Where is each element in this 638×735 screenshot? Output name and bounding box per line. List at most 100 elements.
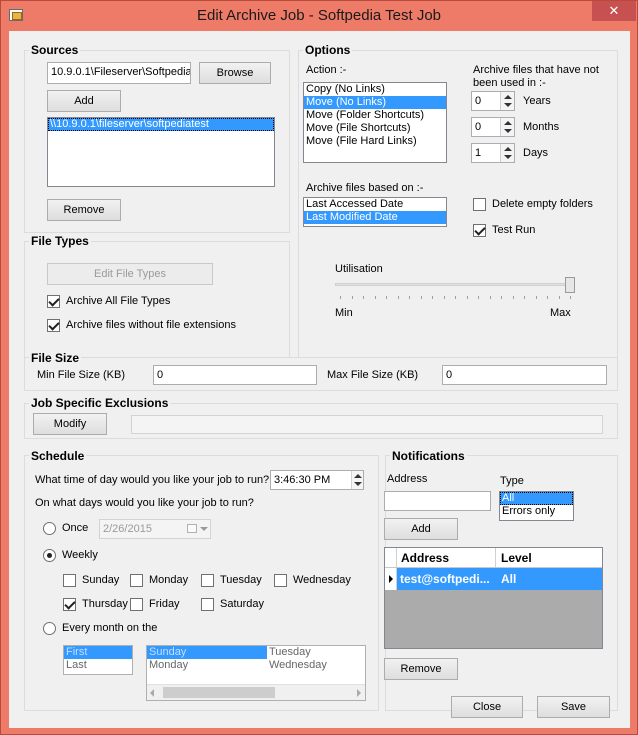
calendar-icon[interactable] — [187, 524, 197, 533]
current-row-icon — [389, 575, 393, 583]
month-day-item[interactable]: Monday — [147, 659, 267, 672]
spin-down-icon[interactable] — [504, 129, 512, 133]
action-item[interactable]: Move (Folder Shortcuts) — [304, 109, 446, 122]
once-radio[interactable] — [43, 522, 56, 535]
monthly-radio[interactable] — [43, 622, 56, 635]
browse-button[interactable]: Browse — [199, 62, 271, 84]
ordinal-item[interactable]: Last — [64, 659, 132, 672]
scroll-right-icon[interactable] — [357, 689, 361, 697]
archive-all-checkbox[interactable] — [47, 295, 60, 308]
delete-empty-checkbox[interactable] — [473, 198, 486, 211]
spin-up-icon[interactable] — [354, 474, 362, 478]
add-source-button[interactable]: Add — [47, 90, 121, 112]
remove-source-button[interactable]: Remove — [47, 199, 121, 221]
spin-down-icon[interactable] — [354, 482, 362, 486]
day-label: Friday — [149, 598, 180, 610]
month-days-list[interactable]: Sunday Monday Tuesday Wednesday — [146, 645, 366, 701]
months-value: 0 — [475, 121, 482, 133]
notifications-grid[interactable]: Address Level test@softpedi... All — [384, 547, 603, 649]
spin-up-icon[interactable] — [504, 95, 512, 99]
chevron-down-icon[interactable] — [200, 527, 208, 531]
edit-file-types-button[interactable]: Edit File Types — [47, 263, 213, 285]
slider-tick — [409, 296, 410, 299]
day-checkbox-friday[interactable] — [130, 598, 143, 611]
months-spin-arrows[interactable] — [500, 118, 514, 136]
remove-notification-button[interactable]: Remove — [384, 658, 458, 680]
day-checkbox-wednesday[interactable] — [274, 574, 287, 587]
dialog-window: Edit Archive Job - Softpedia Test Job ✕ … — [0, 0, 638, 735]
days-spinner[interactable]: 1 — [471, 143, 515, 163]
slider-tick — [467, 296, 468, 299]
dialog-client: Sources 10.9.0.1\Fileserver\Softpedia Br… — [9, 31, 630, 728]
source-item[interactable]: \\10.9.0.1\fileserver\softpediatest — [48, 118, 274, 131]
month-day-item[interactable]: Sunday — [147, 646, 267, 659]
add-notification-button[interactable]: Add — [384, 518, 458, 540]
without-extensions-label: Archive files without file extensions — [66, 319, 236, 331]
table-row[interactable]: test@softpedi... All — [385, 568, 602, 590]
save-button[interactable]: Save — [537, 696, 610, 718]
months-spinner[interactable]: 0 — [471, 117, 515, 137]
ordinal-item[interactable]: First — [64, 646, 132, 659]
spin-down-icon[interactable] — [504, 103, 512, 107]
weekly-radio[interactable] — [43, 549, 56, 562]
col-header-level[interactable]: Level — [501, 551, 532, 565]
month-day-item[interactable]: Tuesday — [267, 646, 365, 659]
day-checkbox-sunday[interactable] — [63, 574, 76, 587]
col-divider — [495, 548, 496, 567]
min-file-size-input[interactable]: 0 — [153, 365, 317, 385]
spin-down-icon[interactable] — [504, 155, 512, 159]
day-checkbox-thursday[interactable] — [63, 598, 76, 611]
title-bar[interactable]: Edit Archive Job - Softpedia Test Job ✕ — [1, 1, 637, 31]
day-checkbox-monday[interactable] — [130, 574, 143, 587]
file-types-title: File Types — [29, 234, 91, 248]
month-days-scrollbar[interactable] — [147, 684, 365, 700]
min-file-size-label: Min File Size (KB) — [37, 369, 126, 381]
time-question: What time of day would you like your job… — [35, 474, 270, 486]
years-spin-arrows[interactable] — [500, 92, 514, 110]
close-button[interactable]: Close — [451, 696, 523, 718]
source-path-input[interactable]: 10.9.0.1\Fileserver\Softpedia — [47, 62, 191, 84]
month-days-col-1: Sunday Monday — [147, 646, 267, 672]
time-picker[interactable]: 3:46:30 PM — [270, 470, 364, 490]
month-day-item[interactable]: Wednesday — [267, 659, 365, 672]
days-spin-arrows[interactable] — [500, 144, 514, 162]
day-checkbox-saturday[interactable] — [201, 598, 214, 611]
spin-up-icon[interactable] — [504, 121, 512, 125]
utilisation-slider[interactable] — [335, 277, 575, 293]
test-run-checkbox[interactable] — [473, 224, 486, 237]
schedule-title: Schedule — [29, 449, 87, 463]
action-item[interactable]: Move (File Shortcuts) — [304, 122, 446, 135]
delete-empty-label: Delete empty folders — [492, 198, 593, 210]
action-item[interactable]: Copy (No Links) — [304, 83, 446, 96]
based-on-item[interactable]: Last Modified Date — [304, 211, 446, 224]
spin-up-icon[interactable] — [504, 147, 512, 151]
based-on-list[interactable]: Last Accessed Date Last Modified Date — [303, 197, 447, 227]
col-header-address[interactable]: Address — [401, 551, 449, 565]
scroll-thumb[interactable] — [163, 687, 275, 698]
ordinal-list[interactable]: First Last — [63, 645, 133, 675]
scroll-left-icon[interactable] — [150, 689, 154, 697]
day-label: Tuesday — [220, 574, 262, 586]
slider-tick — [386, 296, 387, 299]
time-spin-arrows[interactable] — [351, 471, 363, 489]
sources-list[interactable]: \\10.9.0.1\fileserver\softpediatest — [47, 117, 275, 187]
notify-address-input[interactable] — [384, 491, 491, 511]
max-file-size-input[interactable]: 0 — [442, 365, 607, 385]
based-on-item[interactable]: Last Accessed Date — [304, 198, 446, 211]
notify-type-item[interactable]: Errors only — [500, 505, 573, 518]
day-label: Monday — [149, 574, 189, 586]
slider-tick — [455, 296, 456, 299]
notify-address-label: Address — [387, 473, 428, 485]
day-checkbox-tuesday[interactable] — [201, 574, 214, 587]
action-list[interactable]: Copy (No Links) Move (No Links) Move (Fo… — [303, 82, 447, 163]
notify-type-list[interactable]: All Errors only — [499, 491, 574, 521]
years-spinner[interactable]: 0 — [471, 91, 515, 111]
action-label: Action :- — [306, 64, 347, 76]
close-window-button[interactable]: ✕ — [592, 1, 636, 21]
modify-exclusions-button[interactable]: Modify — [33, 413, 107, 435]
without-extensions-checkbox[interactable] — [47, 319, 60, 332]
action-item[interactable]: Move (No Links) — [304, 96, 446, 109]
action-item[interactable]: Move (File Hard Links) — [304, 135, 446, 148]
notify-type-item[interactable]: All — [500, 492, 573, 505]
slider-thumb[interactable] — [565, 277, 575, 293]
